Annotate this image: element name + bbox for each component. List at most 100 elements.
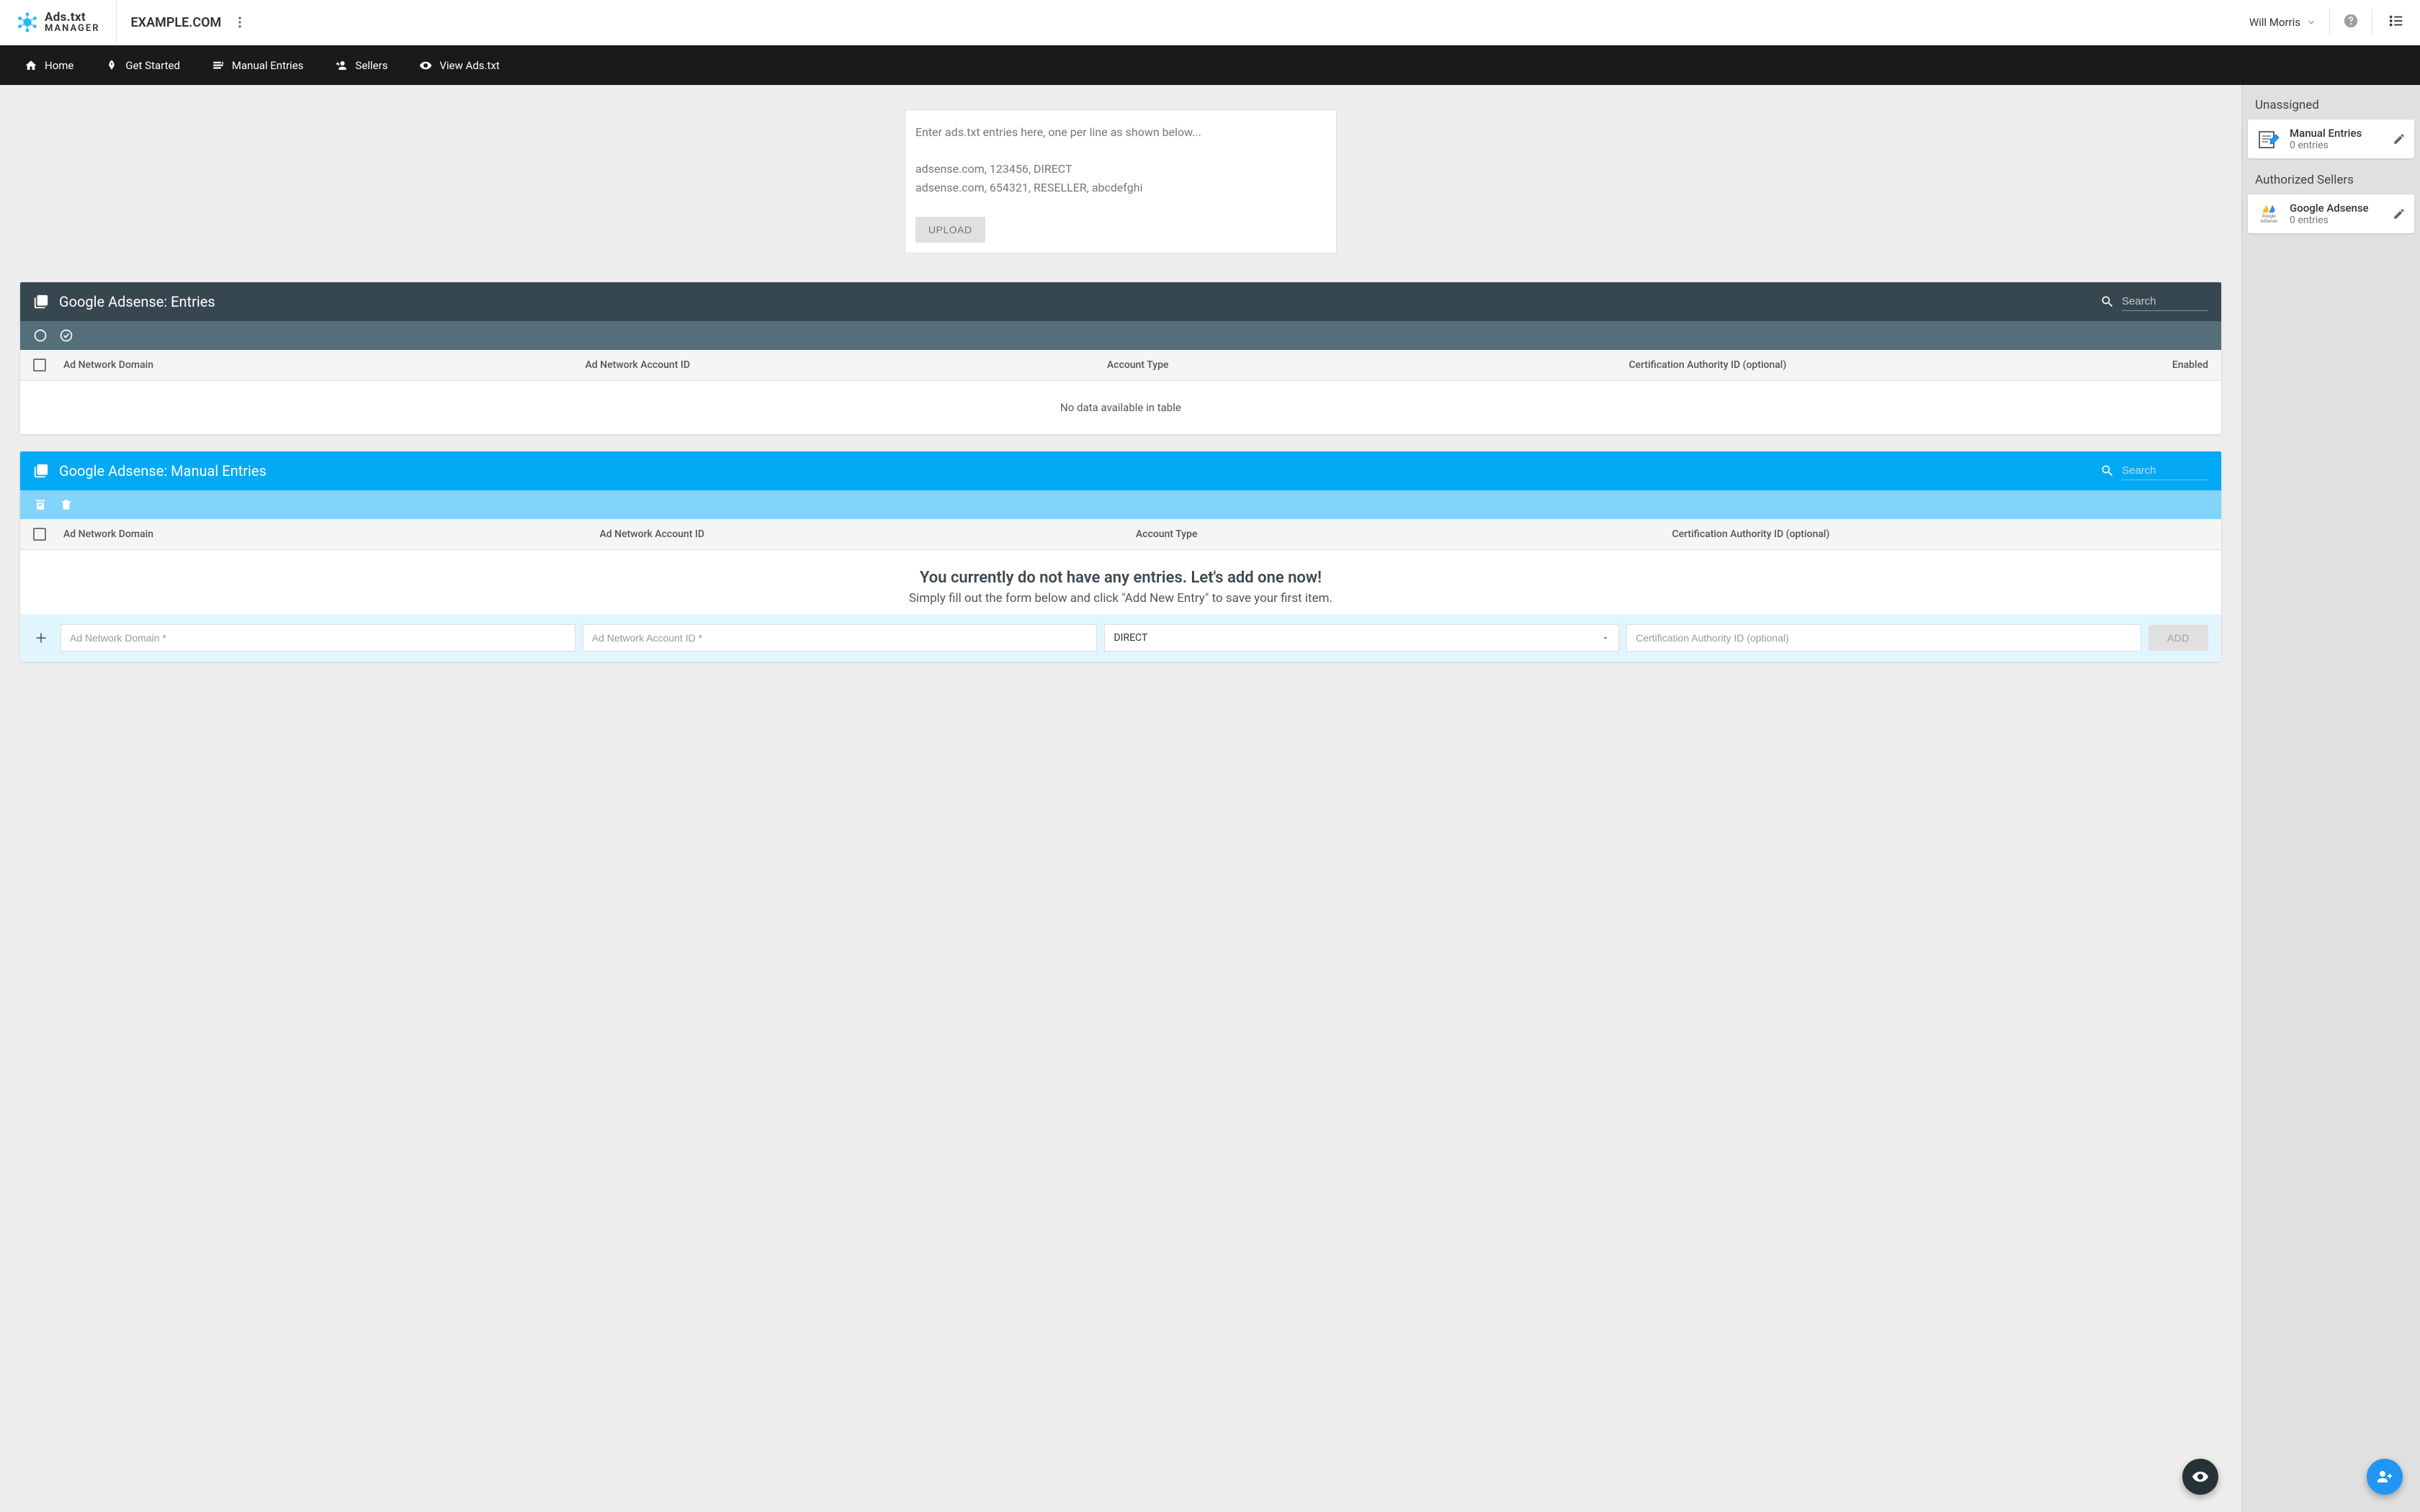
entries-search — [2100, 292, 2208, 311]
help-button[interactable] — [2330, 13, 2372, 32]
logo-icon — [16, 11, 39, 34]
sidebar-authorized-section: Authorized Sellers Google AdSense Google… — [2248, 168, 2414, 233]
brand-logo[interactable]: Ads.txt MANAGER — [0, 0, 117, 45]
upload-button[interactable]: UPLOAD — [915, 217, 985, 243]
library-icon — [33, 294, 49, 310]
menu-button[interactable] — [2372, 13, 2420, 32]
manual-col-type: Account Type — [1136, 528, 1672, 540]
sidebar-unassigned-title: Unassigned — [2248, 94, 2414, 120]
add-domain-input[interactable] — [60, 624, 575, 652]
manual-col-domain: Ad Network Domain — [63, 528, 600, 540]
person-add-icon — [335, 59, 348, 72]
adsense-logo-icon: Google AdSense — [2257, 202, 2281, 226]
preview-fab[interactable] — [2182, 1459, 2218, 1495]
sidebar-authorized-title: Authorized Sellers — [2248, 168, 2414, 194]
home-icon — [24, 59, 37, 72]
main-content: Enter ads.txt entries here, one per line… — [0, 85, 2241, 1512]
manual-select-all[interactable] — [33, 528, 46, 541]
entries-col-type: Account Type — [1107, 359, 1629, 371]
circle-outline-icon[interactable] — [33, 328, 48, 343]
add-entry-row: DIRECT ADD — [20, 614, 2221, 662]
pencil-icon[interactable] — [2393, 132, 2406, 145]
entries-search-input[interactable] — [2122, 292, 2208, 311]
upload-textarea[interactable]: Enter ads.txt entries here, one per line… — [915, 123, 1326, 217]
nav-view-adstxt-label: View Ads.txt — [439, 59, 499, 72]
search-icon[interactable] — [2100, 294, 2115, 309]
user-name: Will Morris — [2249, 16, 2300, 29]
nav-view-adstxt[interactable]: View Ads.txt — [403, 45, 515, 85]
check-all-icon[interactable] — [59, 328, 73, 343]
trash-icon[interactable] — [59, 498, 73, 512]
manual-panel-toolbar — [20, 490, 2221, 519]
manual-panel: Google Adsense: Manual Entries Ad Networ… — [20, 451, 2221, 662]
archive-icon[interactable] — [33, 498, 48, 512]
entries-panel: Google Adsense: Entries Ad Network Domai… — [20, 282, 2221, 434]
add-cert-input[interactable] — [1626, 624, 2141, 652]
library-icon — [33, 463, 49, 479]
search-icon[interactable] — [2100, 464, 2115, 478]
entries-table-header: Ad Network Domain Ad Network Account ID … — [20, 350, 2221, 381]
sidebar-manual-entries-card[interactable]: Manual Entries 0 entries — [2248, 120, 2414, 158]
nav-manual-entries-label: Manual Entries — [232, 59, 303, 72]
sidebar-adsense-title: Google Adsense — [2290, 202, 2384, 215]
nav-home[interactable]: Home — [9, 45, 89, 85]
domain-selector[interactable]: EXAMPLE.COM — [117, 15, 262, 30]
add-account-input[interactable] — [583, 624, 1098, 652]
sidebar-unassigned-section: Unassigned Manual Entries 0 entries — [2248, 94, 2414, 158]
caret-down-icon — [1601, 634, 1610, 642]
manual-empty-heading: You currently do not have any entries. L… — [35, 569, 2207, 587]
entries-select-all[interactable] — [33, 359, 46, 372]
brand-line2: MANAGER — [45, 24, 100, 33]
list-icon — [2388, 13, 2404, 29]
edit-note-icon — [2257, 127, 2281, 151]
manual-panel-header: Google Adsense: Manual Entries — [20, 451, 2221, 490]
chevron-down-icon — [2306, 17, 2316, 27]
manual-search-input[interactable] — [2122, 462, 2208, 480]
rocket-icon — [105, 59, 118, 72]
eye-icon — [2192, 1468, 2209, 1485]
pencil-icon[interactable] — [2393, 207, 2406, 220]
eye-icon — [419, 59, 432, 72]
adsense-logo-text: Google AdSense — [2257, 214, 2281, 224]
upload-card: Enter ads.txt entries here, one per line… — [905, 109, 1337, 253]
add-button[interactable]: ADD — [2148, 625, 2208, 651]
plus-icon[interactable] — [33, 630, 49, 646]
domain-label: EXAMPLE.COM — [131, 15, 222, 30]
nav-get-started-label: Get Started — [125, 59, 180, 72]
nav-sellers-label: Sellers — [355, 59, 387, 72]
kebab-icon[interactable] — [233, 15, 247, 30]
entries-panel-header: Google Adsense: Entries — [20, 282, 2221, 321]
brand-line1: Ads.txt — [45, 12, 100, 24]
main-nav: Home Get Started Manual Entries Sellers … — [0, 45, 2420, 85]
add-type-value: DIRECT — [1113, 632, 1147, 644]
sidebar-manual-sub: 0 entries — [2290, 140, 2384, 151]
entries-col-cert: Certification Authority ID (optional) — [1629, 359, 2151, 371]
manual-table-header: Ad Network Domain Ad Network Account ID … — [20, 519, 2221, 550]
entries-col-account: Ad Network Account ID — [586, 359, 1108, 371]
nav-manual-entries[interactable]: Manual Entries — [196, 45, 319, 85]
note-icon — [212, 59, 225, 72]
entries-panel-toolbar — [20, 321, 2221, 350]
sidebar-adsense-sub: 0 entries — [2290, 215, 2384, 226]
sidebar-manual-title: Manual Entries — [2290, 127, 2384, 140]
entries-empty-message: No data available in table — [20, 381, 2221, 434]
nav-sellers[interactable]: Sellers — [319, 45, 403, 85]
sidebar: Unassigned Manual Entries 0 entries Auth… — [2241, 85, 2420, 1512]
manual-panel-title: Google Adsense: Manual Entries — [59, 462, 2100, 480]
help-icon — [2343, 13, 2359, 29]
add-seller-fab[interactable] — [2367, 1459, 2403, 1495]
add-type-select[interactable]: DIRECT — [1104, 624, 1619, 652]
manual-col-cert: Certification Authority ID (optional) — [1672, 528, 2209, 540]
nav-get-started[interactable]: Get Started — [89, 45, 196, 85]
entries-col-domain: Ad Network Domain — [63, 359, 586, 371]
manual-col-account: Ad Network Account ID — [600, 528, 1137, 540]
manual-search — [2100, 462, 2208, 480]
manual-empty-sub: Simply fill out the form below and click… — [35, 591, 2207, 606]
nav-home-label: Home — [45, 59, 73, 72]
user-menu[interactable]: Will Morris — [2236, 16, 2329, 29]
sidebar-adsense-card[interactable]: Google AdSense Google Adsense 0 entries — [2248, 194, 2414, 233]
entries-col-enabled: Enabled — [2151, 359, 2208, 371]
entries-panel-title: Google Adsense: Entries — [59, 293, 2100, 310]
header: Ads.txt MANAGER EXAMPLE.COM Will Morris — [0, 0, 2420, 45]
manual-empty-state: You currently do not have any entries. L… — [20, 550, 2221, 614]
